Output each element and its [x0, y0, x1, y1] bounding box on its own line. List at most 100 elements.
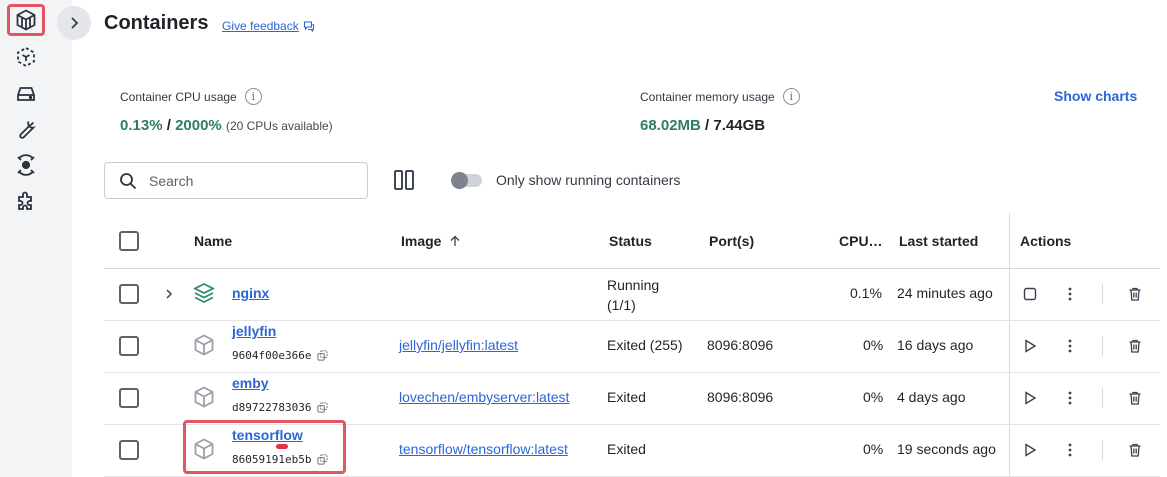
play-icon[interactable]: [1022, 338, 1038, 354]
cpu-separator: /: [162, 117, 176, 134]
copy-icon[interactable]: [317, 350, 329, 361]
chevron-right-icon: [71, 17, 79, 29]
search-box[interactable]: [104, 162, 368, 199]
expand-sidebar-button[interactable]: [57, 6, 91, 40]
give-feedback-link[interactable]: Give feedback: [222, 19, 315, 33]
memory-total-value: 7.44GB: [713, 117, 766, 134]
select-all-checkbox[interactable]: [119, 231, 139, 251]
containers-icon[interactable]: [7, 4, 45, 36]
sort-ascending-icon: [451, 235, 460, 246]
give-feedback-label: Give feedback: [222, 19, 299, 33]
image-link[interactable]: jellyfin/jellyfin:latest: [399, 337, 518, 353]
row-checkbox[interactable]: [119, 440, 139, 460]
status-text: Exited (255): [607, 337, 683, 353]
cpu-available-note: (20 CPUs available): [225, 119, 333, 133]
sidebar: [0, 0, 72, 477]
click-marker: [276, 444, 288, 449]
play-icon[interactable]: [1022, 390, 1038, 406]
last-started-cell: 19 seconds ago: [897, 441, 996, 457]
cpu-cell: 0.1%: [850, 285, 882, 301]
page-title: Containers: [104, 12, 209, 34]
cpu-usage-stat: Container CPU usage i 0.13% / 2000% (20 …: [120, 88, 333, 134]
only-running-label: Only show running containers: [496, 172, 681, 188]
column-header-ports[interactable]: Port(s): [709, 213, 754, 268]
container-id: 9604f00e366e: [232, 349, 329, 362]
dev-environments-icon[interactable]: [8, 114, 44, 144]
cpu-total-value: 2000%: [175, 117, 222, 134]
last-started-cell: 4 days ago: [897, 389, 966, 405]
search-input[interactable]: [149, 172, 349, 189]
docker-scout-icon[interactable]: [8, 150, 44, 180]
actions-column-divider: [1009, 213, 1010, 477]
memory-usage-stat: Container memory usage i 68.02MB / 7.44G…: [640, 88, 800, 134]
row-divider: [104, 320, 1160, 321]
ports-cell[interactable]: 8096:8096: [707, 389, 773, 405]
info-icon[interactable]: i: [782, 88, 800, 105]
row-checkbox[interactable]: [119, 336, 139, 356]
cpu-usage-label: Container CPU usage: [120, 89, 237, 104]
container-id-text: 9604f00e366e: [232, 349, 312, 362]
container-id-text: d89722783036: [232, 401, 312, 414]
last-started-cell: 16 days ago: [897, 337, 974, 353]
row-divider: [104, 372, 1160, 373]
status-count: (1/1): [607, 297, 636, 313]
last-started-cell: 24 minutes ago: [897, 285, 993, 301]
column-header-name[interactable]: Name: [194, 213, 232, 268]
status-text: Exited: [607, 389, 646, 405]
container-name-link[interactable]: jellyfin: [232, 323, 276, 339]
column-header-image[interactable]: Image: [401, 213, 461, 268]
show-charts-button[interactable]: Show charts: [1054, 88, 1137, 104]
extensions-icon[interactable]: [8, 187, 44, 217]
memory-usage-label: Container memory usage: [640, 89, 775, 104]
action-separator: [1102, 336, 1103, 356]
copy-icon[interactable]: [317, 402, 329, 413]
more-options-icon[interactable]: [1062, 442, 1078, 458]
row-checkbox[interactable]: [119, 284, 139, 304]
column-header-status[interactable]: Status: [609, 213, 652, 268]
trash-icon[interactable]: [1127, 442, 1143, 458]
volumes-icon[interactable]: [8, 79, 44, 109]
memory-used-value: 68.02MB: [640, 117, 701, 134]
column-header-last-started[interactable]: Last started: [899, 213, 978, 268]
action-separator: [1102, 284, 1103, 304]
memory-separator: /: [700, 117, 714, 134]
cpu-cell: 0%: [863, 389, 884, 405]
stop-icon[interactable]: [1022, 286, 1038, 302]
container-name-link[interactable]: nginx: [232, 285, 269, 301]
more-options-icon[interactable]: [1062, 390, 1078, 406]
play-icon[interactable]: [1022, 442, 1038, 458]
image-link[interactable]: lovechen/embyserver:latest: [399, 389, 569, 405]
trash-icon[interactable]: [1127, 390, 1143, 406]
info-icon[interactable]: i: [244, 88, 262, 105]
only-running-toggle[interactable]: [451, 172, 482, 189]
columns-icon[interactable]: [393, 169, 415, 191]
container-id: d89722783036: [232, 401, 329, 414]
compose-stack-icon: [192, 282, 216, 304]
status-cell: Running (1/1): [607, 275, 659, 315]
more-options-icon[interactable]: [1062, 338, 1078, 354]
action-separator: [1102, 388, 1103, 408]
container-name-link[interactable]: emby: [232, 375, 269, 391]
more-options-icon[interactable]: [1062, 286, 1078, 302]
table-header-divider: [104, 268, 1160, 269]
cpu-cell: 0%: [863, 441, 884, 457]
trash-icon[interactable]: [1127, 286, 1143, 302]
column-header-image-label: Image: [401, 232, 442, 249]
status-text: Running: [607, 277, 660, 293]
row-checkbox[interactable]: [119, 388, 139, 408]
column-header-actions: Actions: [1020, 232, 1072, 249]
container-icon: [194, 334, 214, 356]
status-text: Exited: [607, 441, 646, 457]
feedback-icon: [303, 21, 314, 32]
images-icon[interactable]: [8, 42, 44, 72]
column-header-cpu[interactable]: CPU…: [839, 213, 883, 268]
highlight-box: [183, 420, 346, 474]
image-link[interactable]: tensorflow/tensorflow:latest: [399, 441, 568, 457]
trash-icon[interactable]: [1127, 338, 1143, 354]
container-icon: [194, 386, 214, 408]
ports-cell[interactable]: 8096:8096: [707, 337, 773, 353]
toggle-knob: [451, 172, 468, 189]
expand-chevron-icon[interactable]: [162, 287, 176, 301]
cpu-used-value: 0.13%: [120, 117, 163, 134]
search-icon: [120, 172, 137, 189]
